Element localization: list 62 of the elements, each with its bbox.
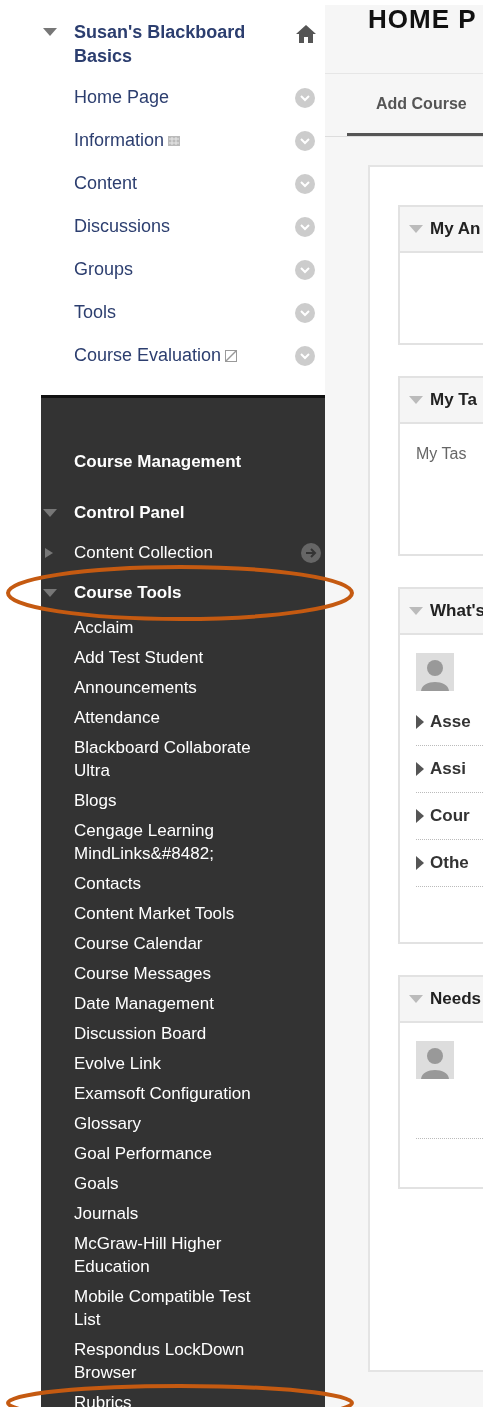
expand-triangle-icon[interactable]	[416, 762, 424, 776]
course-tool-link[interactable]: Course Calendar	[74, 932, 203, 955]
chevron-down-icon[interactable]	[295, 216, 315, 237]
page-title: HOME P	[367, 5, 478, 36]
course-tool-link[interactable]: Content Market Tools	[74, 902, 235, 925]
course-tool-link[interactable]: McGraw-Hill Higher Education	[74, 1232, 274, 1278]
course-tool-link[interactable]: Course Messages	[74, 962, 211, 985]
course-tool-link[interactable]: Contacts	[74, 872, 142, 895]
course-menu-link[interactable]: Groups	[74, 256, 134, 283]
grid-icon	[168, 134, 181, 147]
module-text: My Tas	[416, 444, 468, 464]
course-menu-link[interactable]: Home Page	[74, 84, 170, 111]
course-tool-link[interactable]: Date Management	[74, 992, 214, 1015]
course-tool-link[interactable]: Discussion Board	[74, 1022, 207, 1045]
collapse-triangle-icon[interactable]	[42, 27, 58, 37]
course-title[interactable]: Susan's Blackboard Basics	[74, 20, 284, 68]
tab[interactable]: Add Course	[347, 74, 483, 136]
course-tool-link[interactable]: Respondus LockDown Browser	[74, 1338, 274, 1384]
arrow-right-icon[interactable]	[301, 543, 321, 563]
chevron-down-icon[interactable]	[295, 130, 315, 151]
feed-category-link[interactable]: Othe	[430, 850, 469, 876]
course-tool-link[interactable]: Cengage Learning MindLinks&#8482;	[74, 819, 274, 865]
panel-section-link[interactable]: Course Tools	[74, 580, 182, 606]
collapse-triangle-icon[interactable]	[42, 588, 58, 598]
chevron-down-icon[interactable]	[295, 345, 315, 366]
course-menu-link[interactable]: Discussions	[74, 213, 171, 240]
course-tool-link[interactable]: Evolve Link	[74, 1052, 161, 1075]
course-tool-link[interactable]: Goal Performance	[74, 1142, 212, 1165]
feed-category-link[interactable]: Cour	[430, 803, 470, 829]
course-menu-link[interactable]: Content	[74, 170, 138, 197]
chevron-down-icon[interactable]	[295, 302, 315, 323]
feed-category-link[interactable]: Assi	[430, 756, 466, 782]
panel-section-link[interactable]: Content Collection	[74, 540, 213, 566]
course-tool-link[interactable]: Blogs	[74, 789, 117, 812]
collapse-triangle-icon[interactable]	[42, 508, 58, 518]
course-tool-link[interactable]: Add Test Student	[74, 646, 204, 669]
course-tool-link[interactable]: Glossary	[74, 1112, 142, 1135]
course-tool-link[interactable]: Journals	[74, 1202, 139, 1225]
course-tool-link[interactable]: Blackboard Collaborate Ultra	[74, 736, 274, 782]
course-tool-link[interactable]: Attendance	[74, 706, 160, 729]
module-title: My Ta	[430, 389, 477, 412]
chevron-down-icon[interactable]	[295, 173, 315, 194]
control-panel-link[interactable]: Control Panel	[74, 500, 185, 526]
course-menu-link[interactable]: Information	[74, 127, 165, 154]
chevron-down-icon[interactable]	[295, 259, 315, 280]
course-tool-link[interactable]: Acclaim	[74, 616, 134, 639]
feed-category-link[interactable]: Asse	[430, 709, 471, 735]
section-heading: Course Management	[73, 451, 242, 473]
course-tool-link[interactable]: Examsoft Configuration	[74, 1082, 251, 1105]
module-title: My An	[430, 218, 481, 241]
expand-triangle-icon[interactable]	[416, 856, 424, 870]
course-tool-link[interactable]: Announcements	[74, 676, 197, 699]
expand-triangle-icon[interactable]	[416, 809, 424, 823]
module-title: Needs	[430, 988, 482, 1011]
course-menu-link[interactable]: Course Evaluation	[74, 342, 222, 369]
chevron-down-icon[interactable]	[295, 87, 315, 108]
course-tool-link[interactable]: Goals	[74, 1172, 119, 1195]
course-menu-link[interactable]: Tools	[74, 299, 117, 326]
home-icon[interactable]	[295, 24, 317, 44]
slashed-box-icon	[225, 349, 238, 362]
expand-triangle-icon[interactable]	[416, 715, 424, 729]
course-tool-link[interactable]: Mobile Compatible Test List	[74, 1285, 274, 1331]
